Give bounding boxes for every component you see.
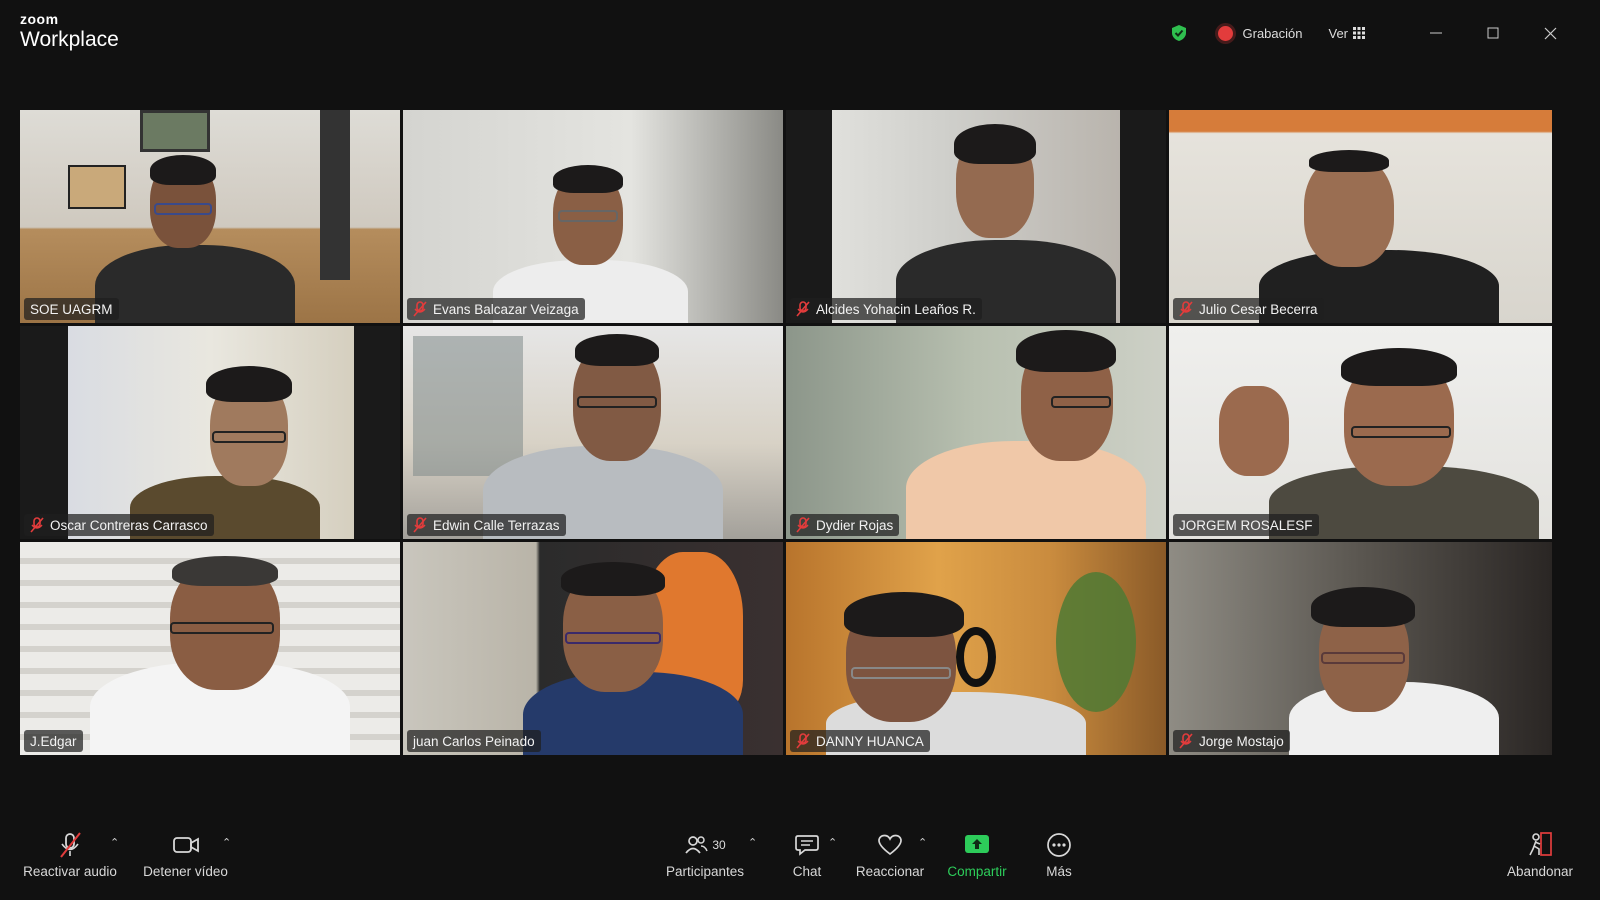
muted-mic-icon — [30, 517, 44, 533]
muted-mic-icon — [1179, 301, 1193, 317]
product-name: Workplace — [20, 28, 119, 51]
participant-name-tag: Dydier Rojas — [790, 514, 900, 536]
stop-video-button[interactable]: Detener vídeo — [138, 828, 233, 879]
video-tile[interactable]: Evans Balcazar Veizaga — [403, 110, 783, 323]
share-screen-label: Compartir — [947, 864, 1007, 879]
view-label: Ver — [1328, 25, 1348, 41]
video-tile[interactable]: juan Carlos Peinado — [403, 542, 783, 755]
participant-name-tag: Julio Cesar Becerra — [1173, 298, 1324, 320]
more-label: Más — [1046, 864, 1072, 879]
participant-name: Edwin Calle Terrazas — [433, 517, 560, 533]
video-tile[interactable]: Julio Cesar Becerra — [1169, 110, 1552, 323]
participant-name: Julio Cesar Becerra — [1199, 301, 1318, 317]
muted-mic-icon — [60, 832, 81, 858]
zoom-logo: zoom Workplace — [20, 12, 119, 50]
maximize-button[interactable] — [1473, 18, 1513, 48]
participant-name: Oscar Contreras Carrasco — [50, 517, 208, 533]
participant-name: SOE UAGRM — [30, 301, 113, 317]
video-tile[interactable]: Jorge Mostajo — [1169, 542, 1552, 755]
leave-icon — [1529, 832, 1552, 856]
leave-meeting-label: Abandonar — [1506, 864, 1574, 879]
participants-count: 30 — [712, 838, 726, 852]
participant-name: Jorge Mostajo — [1199, 733, 1284, 749]
muted-mic-icon — [796, 517, 810, 533]
recording-indicator[interactable]: Grabación — [1217, 25, 1303, 41]
more-button[interactable]: Más — [1038, 828, 1080, 879]
participant-name-tag: Oscar Contreras Carrasco — [24, 514, 214, 536]
muted-mic-icon — [413, 517, 427, 533]
minimize-button[interactable] — [1416, 18, 1456, 48]
video-tile[interactable]: J.Edgar — [20, 542, 400, 755]
participant-name-tag: J.Edgar — [24, 730, 83, 752]
video-grid: SOE UAGRM Evans Balcazar Veizaga Alcides… — [20, 110, 1582, 772]
participant-name: Dydier Rojas — [816, 517, 894, 533]
leave-meeting-button[interactable]: Abandonar — [1502, 828, 1578, 879]
participants-icon — [685, 836, 709, 854]
participant-name: Alcides Yohacin Leaños R. — [816, 301, 976, 317]
participant-name-tag: Edwin Calle Terrazas — [407, 514, 566, 536]
participant-name-tag: DANNY HUANCA — [790, 730, 930, 752]
minimize-icon — [1430, 32, 1442, 34]
participant-name-tag: SOE UAGRM — [24, 298, 119, 320]
video-tile[interactable]: JORGEM ROSALESF — [1169, 326, 1552, 539]
unmute-audio-label: Reactivar audio — [23, 864, 117, 879]
participants-label: Participantes — [665, 864, 745, 879]
recording-dot-icon — [1217, 25, 1233, 41]
participant-name-tag: JORGEM ROSALESF — [1173, 514, 1319, 536]
video-tile[interactable]: DANNY HUANCA — [786, 542, 1166, 755]
chat-icon — [795, 835, 819, 856]
video-tile[interactable]: SOE UAGRM — [20, 110, 400, 323]
participant-name: juan Carlos Peinado — [413, 733, 535, 749]
react-button[interactable]: Reaccionar — [852, 828, 928, 879]
meeting-toolbar: Reactivar audio ⌃ Detener vídeo ⌃ 30 Par… — [0, 820, 1600, 900]
participants-options-chevron-icon[interactable]: ⌃ — [748, 836, 757, 849]
participant-name: DANNY HUANCA — [816, 733, 924, 749]
unmute-audio-button[interactable]: Reactivar audio — [20, 828, 120, 879]
title-bar: zoom Workplace Grabación Ver — [0, 0, 1600, 70]
muted-mic-icon — [796, 301, 810, 317]
participants-button[interactable]: 30 Participantes — [660, 828, 750, 879]
video-options-chevron-icon[interactable]: ⌃ — [222, 836, 231, 849]
participant-name-tag: juan Carlos Peinado — [407, 730, 541, 752]
participant-name: Evans Balcazar Veizaga — [433, 301, 579, 317]
audio-options-chevron-icon[interactable]: ⌃ — [110, 836, 119, 849]
share-screen-button[interactable]: Compartir — [942, 828, 1012, 879]
close-icon — [1544, 27, 1556, 39]
chat-options-chevron-icon[interactable]: ⌃ — [828, 836, 837, 849]
more-options-icon — [1047, 833, 1071, 857]
encryption-shield-icon[interactable] — [1170, 24, 1188, 42]
maximize-icon — [1487, 27, 1499, 39]
video-tile[interactable]: Edwin Calle Terrazas — [403, 326, 783, 539]
muted-mic-icon — [413, 301, 427, 317]
react-options-chevron-icon[interactable]: ⌃ — [918, 836, 927, 849]
recording-label: Grabación — [1242, 25, 1303, 41]
chat-button[interactable]: Chat — [786, 828, 828, 879]
participant-name-tag: Jorge Mostajo — [1173, 730, 1290, 752]
stop-video-label: Detener vídeo — [143, 864, 228, 879]
video-tile[interactable]: Dydier Rojas — [786, 326, 1166, 539]
heart-icon — [878, 834, 902, 856]
muted-mic-icon — [1179, 733, 1193, 749]
grid-view-icon — [1353, 27, 1365, 39]
video-camera-icon — [172, 837, 199, 853]
view-button[interactable]: Ver — [1328, 26, 1365, 41]
share-screen-icon — [965, 835, 989, 853]
participant-name: JORGEM ROSALESF — [1179, 517, 1313, 533]
video-tile[interactable]: Oscar Contreras Carrasco — [20, 326, 400, 539]
react-label: Reaccionar — [855, 864, 925, 879]
participant-name: J.Edgar — [30, 733, 77, 749]
participant-name-tag: Evans Balcazar Veizaga — [407, 298, 585, 320]
participant-name-tag: Alcides Yohacin Leaños R. — [790, 298, 982, 320]
brand-name: zoom — [20, 11, 59, 27]
chat-label: Chat — [792, 864, 822, 879]
video-tile[interactable]: Alcides Yohacin Leaños R. — [786, 110, 1166, 323]
muted-mic-icon — [796, 733, 810, 749]
close-button[interactable] — [1530, 18, 1570, 48]
